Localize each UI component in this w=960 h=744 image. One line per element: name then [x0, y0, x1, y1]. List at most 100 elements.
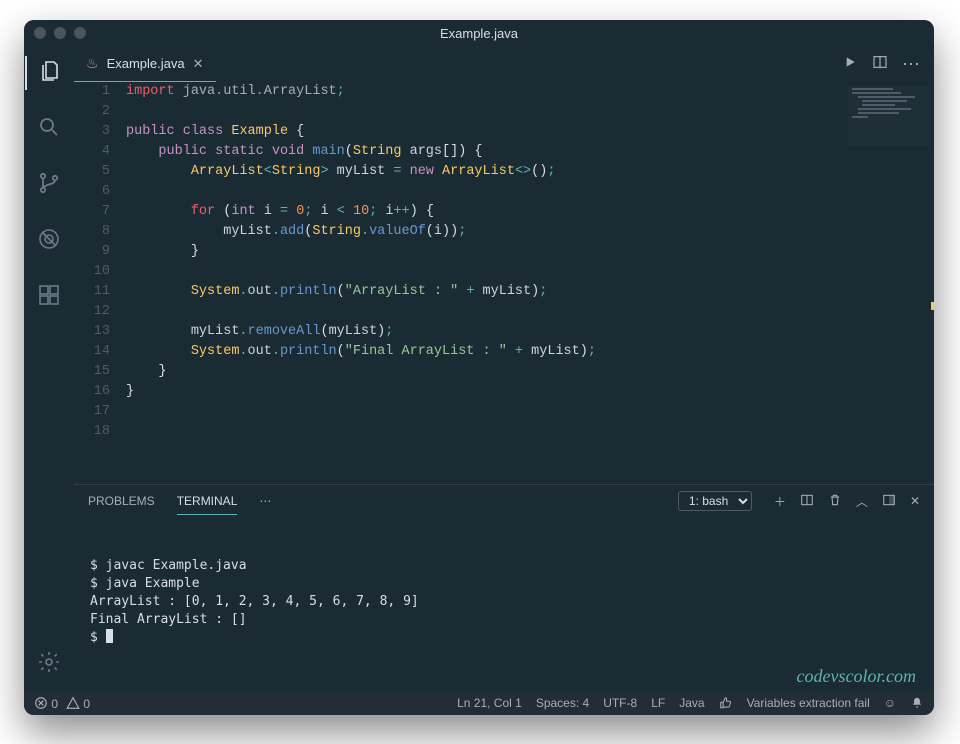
panel-tab-bar: PROBLEMS TERMINAL ⋯ 1: bash ＋: [74, 485, 934, 517]
maximize-panel-button[interactable]: [882, 493, 896, 510]
branch-icon: [37, 171, 61, 200]
status-spaces[interactable]: Spaces: 4: [536, 696, 589, 710]
code-line[interactable]: myList.add(String.valueOf(i));: [126, 222, 934, 242]
status-feedback-icon[interactable]: ☺: [884, 696, 896, 710]
line-gutter: 123456789101112131415161718: [74, 82, 126, 484]
code-line[interactable]: [126, 182, 934, 202]
line-number: 16: [74, 382, 110, 402]
split-terminal-button[interactable]: [800, 493, 814, 510]
app-window: Example.java: [24, 20, 934, 715]
code-line[interactable]: public class Example {: [126, 122, 934, 142]
code-line[interactable]: }: [126, 362, 934, 382]
files-icon: [38, 59, 62, 88]
line-number: 15: [74, 362, 110, 382]
terminal-output[interactable]: $ javac Example.java$ java ExampleArrayL…: [74, 517, 934, 691]
code-line[interactable]: import java.util.ArrayList;: [126, 82, 934, 102]
minimize-dot[interactable]: [54, 27, 66, 39]
status-bar: 0 0 Ln 21, Col 1 Spaces: 4 UTF-8 LF Java…: [24, 691, 934, 715]
code-line[interactable]: myList.removeAll(myList);: [126, 322, 934, 342]
bug-icon: [37, 227, 61, 256]
run-button[interactable]: [842, 54, 858, 75]
status-extra[interactable]: Variables extraction fail: [747, 696, 870, 710]
chevron-up-icon[interactable]: ︿: [856, 493, 868, 510]
terminal-cursor: [106, 629, 113, 643]
panel-tab-terminal[interactable]: TERMINAL: [177, 488, 238, 515]
tab-example-java[interactable]: ♨ Example.java ✕: [74, 46, 216, 82]
status-lang[interactable]: Java: [679, 696, 704, 710]
activity-debug[interactable]: [25, 224, 73, 258]
activity-scm[interactable]: [25, 168, 73, 202]
tab-label: Example.java: [107, 56, 185, 71]
code-line[interactable]: [126, 302, 934, 322]
code-line[interactable]: ArrayList<String> myList = new ArrayList…: [126, 162, 934, 182]
panel-tab-problems[interactable]: PROBLEMS: [88, 488, 155, 514]
line-number: 18: [74, 422, 110, 442]
titlebar: Example.java: [24, 20, 934, 46]
line-number: 8: [74, 222, 110, 242]
line-number: 5: [74, 162, 110, 182]
activity-explorer[interactable]: [25, 56, 73, 90]
close-tab-icon[interactable]: ✕: [193, 56, 204, 72]
status-warnings[interactable]: 0: [66, 696, 90, 711]
terminal-line: Final ArrayList : []: [90, 611, 918, 629]
split-editor-button[interactable]: [872, 54, 888, 75]
code-line[interactable]: [126, 402, 934, 422]
search-icon: [37, 115, 61, 144]
activity-settings[interactable]: [25, 647, 73, 681]
line-number: 14: [74, 342, 110, 362]
terminal-line: $ javac Example.java: [90, 557, 918, 575]
code-line[interactable]: [126, 102, 934, 122]
code-line[interactable]: }: [126, 242, 934, 262]
panel-more-button[interactable]: ⋯: [259, 494, 271, 508]
tab-bar: ♨ Example.java ✕ ⋯: [74, 46, 934, 82]
status-thumbsup-icon[interactable]: [719, 696, 733, 711]
line-number: 6: [74, 182, 110, 202]
traffic-lights: [34, 27, 86, 39]
code-line[interactable]: [126, 422, 934, 442]
code-line[interactable]: }: [126, 382, 934, 402]
window-title: Example.java: [24, 26, 934, 41]
terminal-selector[interactable]: 1: bash: [678, 491, 752, 511]
editor-actions: ⋯: [828, 46, 934, 82]
code-line[interactable]: [126, 262, 934, 282]
code-line[interactable]: System.out.println("Final ArrayList : " …: [126, 342, 934, 362]
more-actions-button[interactable]: ⋯: [902, 54, 920, 75]
code-line[interactable]: for (int i = 0; i < 10; i++) {: [126, 202, 934, 222]
code-line[interactable]: public static void main(String args[]) {: [126, 142, 934, 162]
terminal-line: $ java Example: [90, 575, 918, 593]
status-bell-icon[interactable]: [910, 696, 924, 711]
line-number: 2: [74, 102, 110, 122]
status-eol[interactable]: LF: [651, 696, 665, 710]
terminal-line: $: [90, 629, 918, 647]
close-panel-button[interactable]: ✕: [910, 494, 920, 508]
line-number: 12: [74, 302, 110, 322]
bottom-panel: PROBLEMS TERMINAL ⋯ 1: bash ＋: [74, 484, 934, 691]
gear-icon: [37, 650, 61, 679]
kill-terminal-button[interactable]: [828, 493, 842, 510]
terminal-line: ArrayList : [0, 1, 2, 3, 4, 5, 6, 7, 8, …: [90, 593, 918, 611]
new-terminal-button[interactable]: ＋: [774, 493, 786, 510]
zoom-dot[interactable]: [74, 27, 86, 39]
line-number: 7: [74, 202, 110, 222]
activity-bar: [24, 46, 74, 691]
minimap[interactable]: [848, 86, 930, 146]
line-number: 11: [74, 282, 110, 302]
line-number: 17: [74, 402, 110, 422]
watermark: codevscolor.com: [797, 667, 916, 685]
code-editor[interactable]: 123456789101112131415161718 import java.…: [74, 82, 934, 484]
status-encoding[interactable]: UTF-8: [603, 696, 637, 710]
extensions-icon: [37, 283, 61, 312]
activity-extensions[interactable]: [25, 280, 73, 314]
close-dot[interactable]: [34, 27, 46, 39]
line-number: 3: [74, 122, 110, 142]
status-cursor[interactable]: Ln 21, Col 1: [457, 696, 522, 710]
java-file-icon: ♨: [86, 55, 99, 72]
activity-search[interactable]: [25, 112, 73, 146]
line-number: 1: [74, 82, 110, 102]
line-number: 13: [74, 322, 110, 342]
line-number: 9: [74, 242, 110, 262]
code-content[interactable]: import java.util.ArrayList; public class…: [126, 82, 934, 484]
line-number: 10: [74, 262, 110, 282]
code-line[interactable]: System.out.println("ArrayList : " + myLi…: [126, 282, 934, 302]
status-errors[interactable]: 0: [34, 696, 58, 711]
